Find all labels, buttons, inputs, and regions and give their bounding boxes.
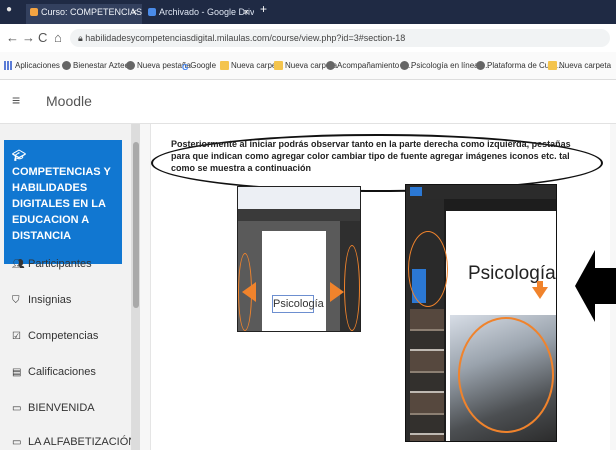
- globe-icon: [400, 61, 409, 70]
- sidebar-item-alfabetizacion[interactable]: ▭ LA ALFABETIZACIÓN: [12, 436, 131, 448]
- bookmark-bienestar[interactable]: Bienestar Azteca: [62, 61, 133, 70]
- instruction-text: Posteriormente al iniciar podrás observa…: [171, 139, 571, 173]
- checkbox-icon: ☑: [12, 331, 21, 342]
- sidebar-item-calificaciones[interactable]: ▤ Calificaciones: [12, 366, 96, 378]
- screenshot-word: Psicología: [272, 295, 324, 313]
- folder-icon: [220, 61, 229, 70]
- sidebar-item-participantes[interactable]: 👥︎ Participantes: [12, 258, 92, 270]
- arrow-right-icon: [330, 282, 344, 302]
- bookmark-aplicaciones[interactable]: Aplicaciones: [4, 61, 60, 70]
- screenshot-document: [262, 231, 326, 331]
- reload-button[interactable]: C: [38, 30, 47, 45]
- main-region: Posteriormente al iniciar podrás observa…: [140, 124, 616, 450]
- sidebar-scrollbar[interactable]: [132, 124, 140, 450]
- google-icon: G: [182, 63, 189, 72]
- tab-label: Archivado - Google Drive: [159, 7, 254, 17]
- globe-icon: [326, 61, 335, 70]
- globe-icon: [476, 61, 485, 70]
- home-button[interactable]: ⌂: [54, 30, 62, 45]
- arrow-down-icon: [532, 287, 548, 299]
- url-input[interactable]: 🔒︎ habilidadesycompetenciasdigital.milau…: [70, 29, 610, 47]
- screenshot-toolbar: [406, 185, 556, 199]
- folder-icon: [548, 61, 557, 70]
- forward-button[interactable]: →: [22, 30, 35, 45]
- url-text: habilidadesycompetenciasdigital.milaulas…: [85, 33, 406, 43]
- course-title: COMPETENCIAS Y HABILIDADES DIGITALES EN …: [12, 166, 111, 242]
- sidebar-item-competencias[interactable]: ☑ Competencias: [12, 330, 98, 342]
- address-bar: ← → C ⌂ 🔒︎ habilidadesycompetenciasdigit…: [0, 24, 616, 52]
- app-logo-icon: [410, 187, 422, 196]
- new-tab-button[interactable]: +: [260, 2, 267, 16]
- moodle-favicon-icon: [30, 8, 38, 16]
- folder-icon: ▭: [12, 437, 22, 448]
- course-nav-drawer: 🎓︎ COMPETENCIAS Y HABILIDADES DIGITALES E…: [0, 124, 132, 450]
- screenshot-menubar: [238, 209, 360, 221]
- pointer-arrow-stem: [595, 268, 616, 304]
- tab-drive[interactable]: Archivado - Google Drive ×: [144, 4, 254, 24]
- globe-icon: [62, 61, 71, 70]
- folder-icon: [274, 61, 283, 70]
- apps-icon: [4, 61, 13, 70]
- highlight-circle: [408, 231, 448, 307]
- users-icon: 👥︎: [12, 259, 25, 270]
- folder-icon: ▭: [12, 403, 22, 414]
- highlight-circle: [238, 253, 252, 331]
- tab-strip: ● Curso: COMPETENCIAS Y HABIL × Archivad…: [0, 0, 616, 24]
- bookmark-google[interactable]: G Google: [182, 61, 216, 72]
- drive-favicon-icon: [148, 8, 156, 16]
- bookmarks-bar: Aplicaciones Bienestar Azteca Nueva pest…: [0, 52, 616, 80]
- editor-screenshot-left: Psicología: [237, 186, 361, 332]
- shield-icon: ⛉: [12, 295, 20, 306]
- highlight-circle: [344, 245, 360, 331]
- site-brand[interactable]: Moodle: [46, 93, 92, 109]
- globe-icon: [126, 61, 135, 70]
- screenshot-toolbar: [238, 187, 360, 209]
- sidebar-item-insignias[interactable]: ⛉ Insignias: [12, 294, 71, 306]
- sidebar-item-bienvenida[interactable]: ▭ BIENVENIDA: [12, 402, 95, 414]
- bookmark-folder[interactable]: Nueva carpeta: [548, 61, 611, 70]
- browser-window: ● Curso: COMPETENCIAS Y HABIL × Archivad…: [0, 0, 616, 450]
- close-tab-icon[interactable]: ×: [132, 4, 137, 20]
- back-button[interactable]: ←: [6, 30, 19, 45]
- sidebar-item-course[interactable]: 🎓︎ COMPETENCIAS Y HABILIDADES DIGITALES E…: [4, 140, 122, 264]
- tab-label: Curso: COMPETENCIAS Y HABIL: [41, 7, 142, 17]
- window-menu-icon[interactable]: ●: [6, 4, 12, 15]
- section-content: Posteriormente al iniciar podrás observa…: [150, 124, 616, 450]
- tab-course[interactable]: Curso: COMPETENCIAS Y HABIL ×: [26, 4, 142, 24]
- scrollbar-thumb[interactable]: [133, 142, 139, 308]
- close-tab-icon[interactable]: ×: [244, 4, 249, 20]
- table-icon: ▤: [12, 367, 22, 378]
- menu-toggle-icon[interactable]: ≡: [12, 92, 20, 108]
- highlight-circle: [458, 317, 554, 433]
- editor-screenshot-right: Psicología: [405, 184, 557, 442]
- moodle-navbar: ≡ Moodle: [0, 80, 616, 124]
- screenshot-thumbnails: [410, 309, 444, 441]
- pointer-arrow-icon: [575, 250, 595, 322]
- graduation-cap-icon: 🎓︎: [12, 150, 26, 162]
